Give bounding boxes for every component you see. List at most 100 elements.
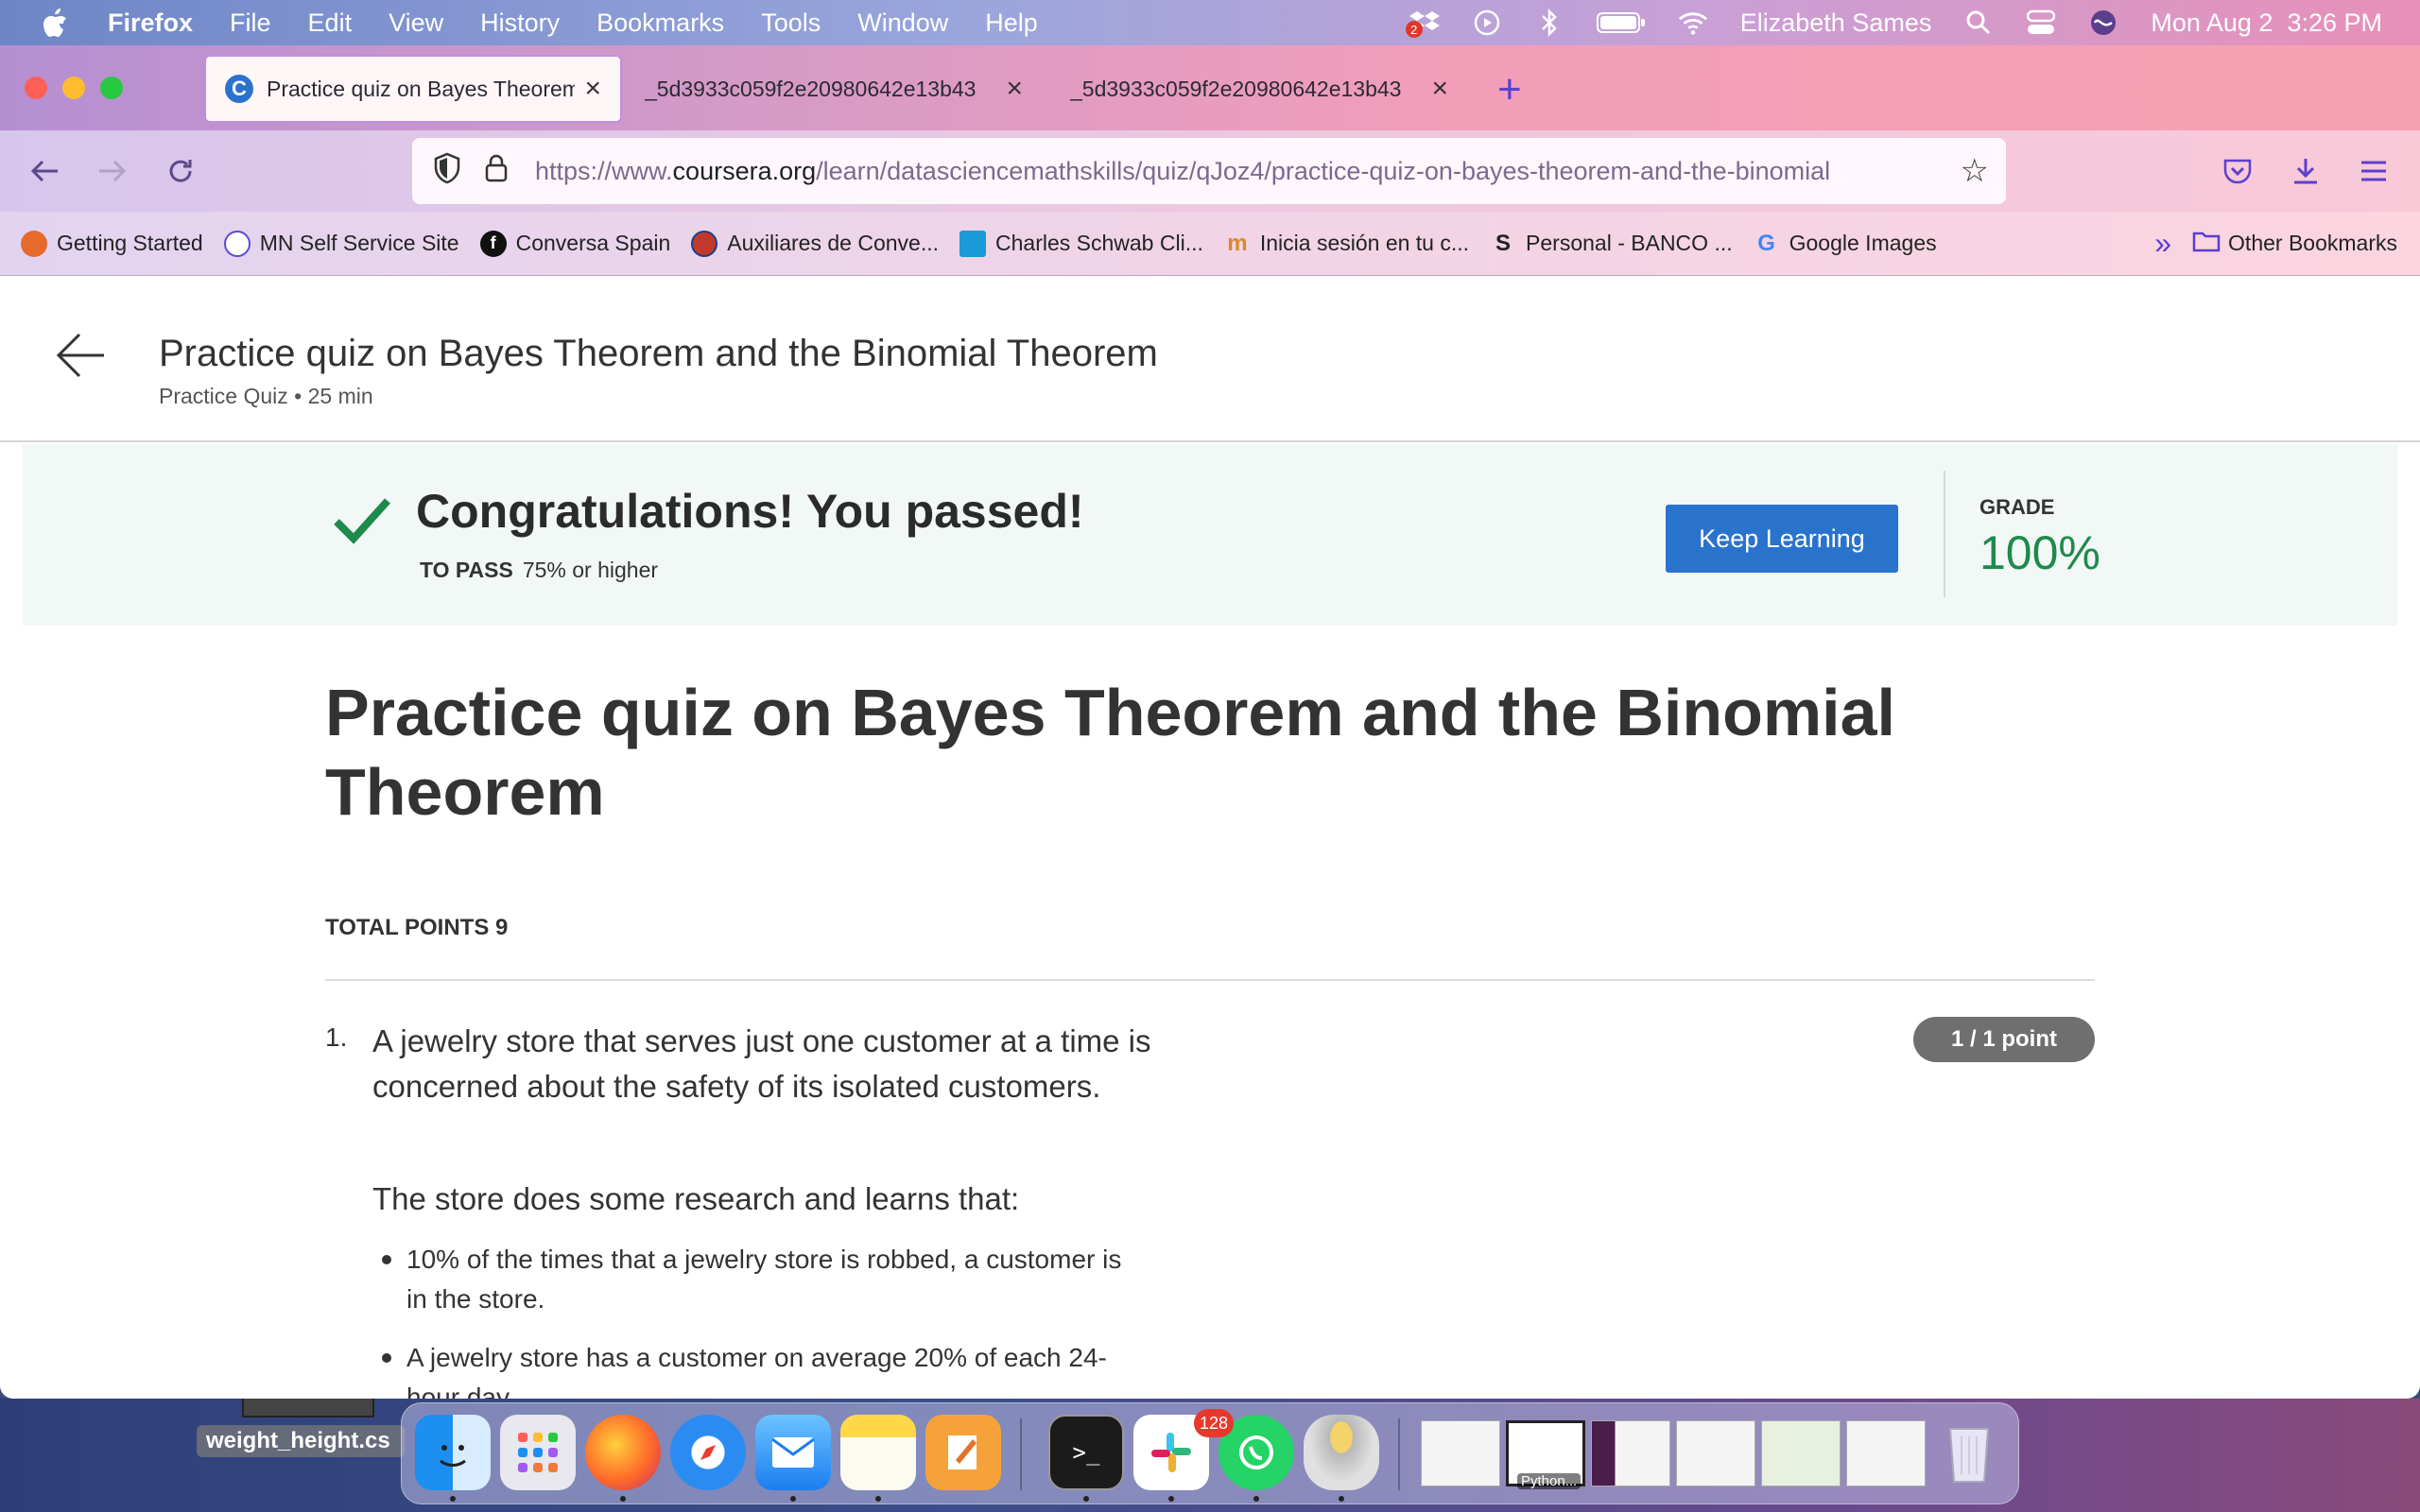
other-bookmarks[interactable]: Other Bookmarks xyxy=(2192,230,2397,258)
pass-threshold: TO PASS 75% or higher xyxy=(420,558,658,583)
result-banner: Congratulations! You passed! TO PASS 75% … xyxy=(23,444,2397,626)
bookmark-label: MN Self Service Site xyxy=(259,231,459,255)
grade-value: 100% xyxy=(1979,526,2100,579)
keep-learning-button[interactable]: Keep Learning xyxy=(1666,505,1898,573)
minimized-window-thumbnail[interactable] xyxy=(1421,1420,1500,1486)
running-indicator xyxy=(790,1496,796,1502)
other-bookmarks-label: Other Bookmarks xyxy=(2228,231,2397,255)
bookmark-banco[interactable]: S Personal - BANCO ... xyxy=(1490,231,1733,257)
running-indicator xyxy=(1253,1496,1259,1502)
running-indicator xyxy=(1168,1496,1174,1502)
bookmarks-overflow-chevron-icon[interactable]: » xyxy=(2154,226,2171,261)
tab-file-2[interactable]: _5d3933c059f2e20980642e13b43 × xyxy=(1051,55,1467,123)
tracking-shield-icon[interactable] xyxy=(433,152,467,191)
tab-quiz[interactable]: C Practice quiz on Bayes Theorem × xyxy=(204,55,622,123)
url-domain: coursera.org xyxy=(672,156,817,185)
siri-icon[interactable] xyxy=(2088,8,2118,38)
pocket-icon[interactable] xyxy=(2216,149,2259,193)
menu-view[interactable]: View xyxy=(389,9,443,38)
dropbox-badge: 2 xyxy=(1405,21,1423,38)
menu-app-name[interactable]: Firefox xyxy=(108,9,193,38)
database-icon[interactable] xyxy=(1304,1415,1379,1490)
pass-message: Congratulations! You passed! xyxy=(416,485,1084,538)
apple-icon[interactable] xyxy=(36,4,74,42)
bookmark-getting-started[interactable]: Getting Started xyxy=(21,230,203,257)
bookmark-auxiliares[interactable]: Auxiliares de Conve... xyxy=(691,230,939,257)
close-tab-icon[interactable]: × xyxy=(1006,73,1023,105)
menu-window[interactable]: Window xyxy=(857,9,948,38)
notes-icon[interactable] xyxy=(840,1415,916,1490)
url-path: /learn/datasciencemathskills/quiz/qJoz4/… xyxy=(816,156,1831,185)
bookmark-inicia-sesion[interactable]: m Inicia sesión en tu c... xyxy=(1224,231,1469,257)
bookmark-label: Conversa Spain xyxy=(515,231,671,255)
lock-icon[interactable] xyxy=(484,153,512,190)
zoom-window-button[interactable] xyxy=(100,77,123,99)
terminal-icon[interactable]: >_ xyxy=(1048,1415,1124,1490)
new-tab-icon[interactable]: + xyxy=(1497,66,1522,113)
play-icon[interactable] xyxy=(1472,8,1502,38)
downloads-icon[interactable] xyxy=(2284,149,2327,193)
checkmark-icon xyxy=(329,488,395,554)
url-text[interactable]: https://www.coursera.org/learn/datascien… xyxy=(535,157,1953,186)
bookmark-conversa-spain[interactable]: f Conversa Spain xyxy=(479,230,671,257)
pages-icon[interactable] xyxy=(925,1415,1001,1490)
to-pass-label: TO PASS xyxy=(420,558,513,582)
banco-icon: S xyxy=(1495,230,1512,256)
bookmarks-toolbar: Getting Started MN Self Service Site f C… xyxy=(0,212,2420,276)
tab-label: _5d3933c059f2e20980642e13b43 xyxy=(1070,76,1402,101)
menu-bar: Firefox File Edit View History Bookmarks… xyxy=(0,0,2420,45)
question-text: A jewelry store that serves just one cus… xyxy=(372,1023,1151,1104)
bookmark-label: Inicia sesión en tu c... xyxy=(1259,231,1470,255)
spotlight-search-icon[interactable] xyxy=(1963,8,1994,38)
menu-datetime[interactable]: Mon Aug 2 3:26 PM xyxy=(2151,9,2382,38)
dropbox-icon[interactable]: 2 xyxy=(1405,8,1440,38)
launchpad-icon[interactable] xyxy=(500,1415,576,1490)
menu-edit[interactable]: Edit xyxy=(308,9,353,38)
minimize-window-button[interactable] xyxy=(62,77,85,99)
minimized-window-thumbnail[interactable] xyxy=(1761,1420,1841,1486)
reload-icon[interactable] xyxy=(159,149,202,193)
safari-icon[interactable] xyxy=(670,1415,746,1490)
trash-icon[interactable] xyxy=(1931,1415,2007,1490)
firefox-icon[interactable] xyxy=(585,1415,661,1490)
tab-file-1[interactable]: _5d3933c059f2e20980642e13b43 × xyxy=(626,55,1042,123)
finder-icon[interactable] xyxy=(415,1415,491,1490)
minimized-window-thumbnail[interactable] xyxy=(1846,1420,1926,1486)
moodle-icon: m xyxy=(1227,230,1248,256)
hamburger-menu-icon[interactable] xyxy=(2352,149,2395,193)
menu-bookmarks[interactable]: Bookmarks xyxy=(596,9,724,38)
folder-icon xyxy=(2192,230,2221,258)
bookmark-mn-self-service[interactable]: MN Self Service Site xyxy=(223,230,459,257)
desktop-file-label[interactable]: weight_height.cs xyxy=(197,1425,405,1457)
close-window-button[interactable] xyxy=(25,77,47,99)
menu-user-name[interactable]: Elizabeth Sames xyxy=(1740,9,1932,38)
menu-history[interactable]: History xyxy=(480,9,560,38)
url-bar[interactable]: https://www.coursera.org/learn/datascien… xyxy=(412,138,2006,204)
quiz-header: Practice quiz on Bayes Theorem and the B… xyxy=(0,276,2420,442)
wifi-icon[interactable] xyxy=(1678,8,1708,38)
battery-icon[interactable] xyxy=(1596,8,1646,38)
mail-icon[interactable] xyxy=(755,1415,831,1490)
bookmark-charles-schwab[interactable]: Charles Schwab Cli... xyxy=(959,230,1203,257)
bookmark-star-icon[interactable]: ☆ xyxy=(1961,152,1989,190)
back-arrow-icon[interactable] xyxy=(23,149,66,193)
dock: >_ 128 Python... xyxy=(401,1402,2019,1504)
menu-file[interactable]: File xyxy=(230,9,271,38)
bookmark-google-images[interactable]: G Google Images xyxy=(1754,231,1936,257)
points-badge: 1 / 1 point xyxy=(1913,1017,2095,1062)
question-research-text: The store does some research and learns … xyxy=(372,1181,1020,1216)
minimized-window-thumbnail[interactable] xyxy=(1591,1420,1670,1486)
forward-arrow-icon[interactable] xyxy=(91,149,134,193)
menu-tools[interactable]: Tools xyxy=(761,9,821,38)
close-tab-icon[interactable]: × xyxy=(1431,73,1448,105)
total-points: TOTAL POINTS 9 xyxy=(325,915,509,940)
menu-help[interactable]: Help xyxy=(985,9,1038,38)
schwab-icon xyxy=(959,230,986,257)
bookmark-label: Auxiliares de Conve... xyxy=(727,231,939,255)
back-arrow-icon[interactable] xyxy=(55,329,106,392)
control-center-icon[interactable] xyxy=(2026,8,2056,38)
close-tab-icon[interactable]: × xyxy=(584,73,601,105)
bluetooth-icon[interactable] xyxy=(1534,8,1564,38)
minimized-window-thumbnail[interactable] xyxy=(1676,1420,1755,1486)
bookmark-label: Personal - BANCO ... xyxy=(1526,231,1733,255)
